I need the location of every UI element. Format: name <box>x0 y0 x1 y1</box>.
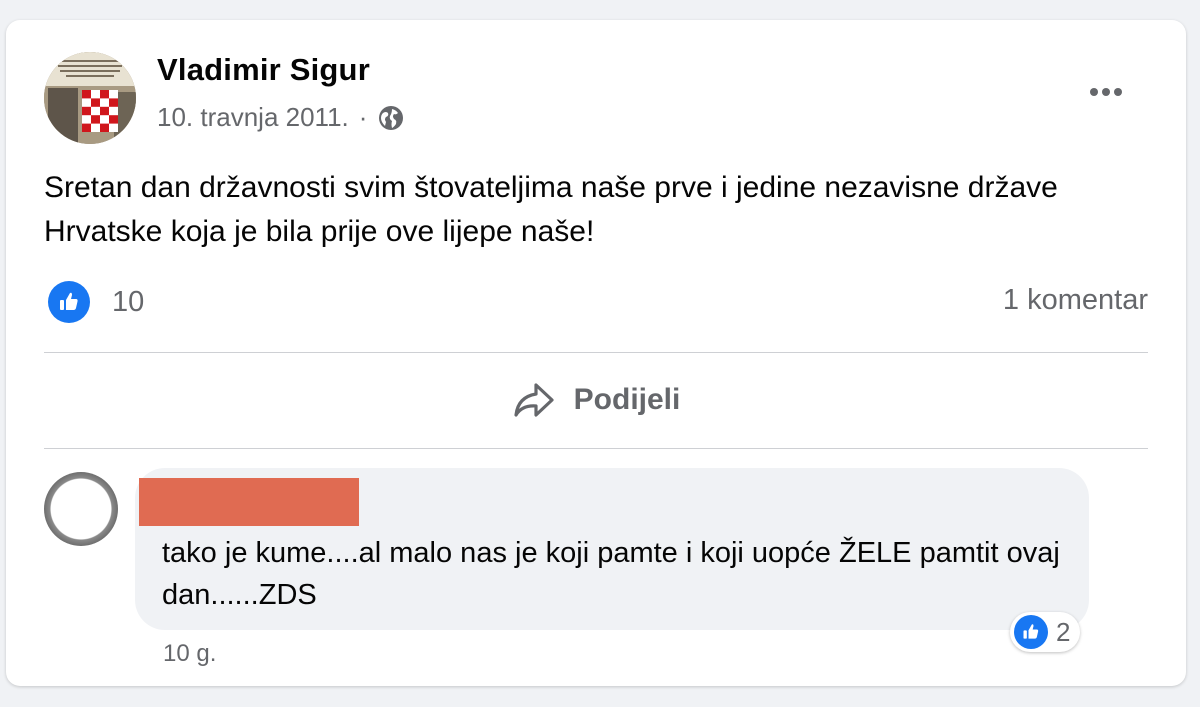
more-options-icon[interactable] <box>1084 78 1128 106</box>
comment-reactions[interactable]: 2 <box>1010 612 1081 652</box>
post-reactions[interactable]: 10 <box>48 281 144 323</box>
post-meta: 10. travnja 2011. · <box>157 102 405 133</box>
divider-top <box>44 352 1148 353</box>
post-text: Sretan dan državnosti svim štovateljima … <box>44 171 1058 248</box>
post-date[interactable]: 10. travnja 2011. <box>157 102 349 133</box>
post-card: Vladimir Sigur 10. travnja 2011. · Sreta… <box>6 20 1186 686</box>
like-icon <box>48 281 90 323</box>
author-avatar-image <box>44 52 136 144</box>
comment-timestamp[interactable]: 10 g. <box>163 640 216 668</box>
meta-separator: · <box>358 102 368 132</box>
like-icon <box>1014 615 1048 649</box>
comment-text: tako je kume....al malo nas je koji pamt… <box>162 537 1060 611</box>
commenter-avatar[interactable] <box>44 472 118 546</box>
comment-bubble: tako je kume....al malo nas je koji pamt… <box>135 468 1089 630</box>
divider-bottom <box>44 448 1148 449</box>
comment-count[interactable]: 1 komentar <box>1003 284 1148 317</box>
share-label: Podijeli <box>573 383 681 416</box>
reaction-count: 10 <box>112 285 145 318</box>
author-avatar[interactable] <box>44 52 136 144</box>
share-button[interactable]: Podijeli <box>44 360 1148 440</box>
share-icon <box>514 383 554 417</box>
author-name[interactable]: Vladimir Sigur <box>157 52 370 88</box>
comment-reaction-count: 2 <box>1056 616 1071 647</box>
globe-icon[interactable] <box>377 104 405 132</box>
redacted-commenter-name <box>139 478 359 526</box>
